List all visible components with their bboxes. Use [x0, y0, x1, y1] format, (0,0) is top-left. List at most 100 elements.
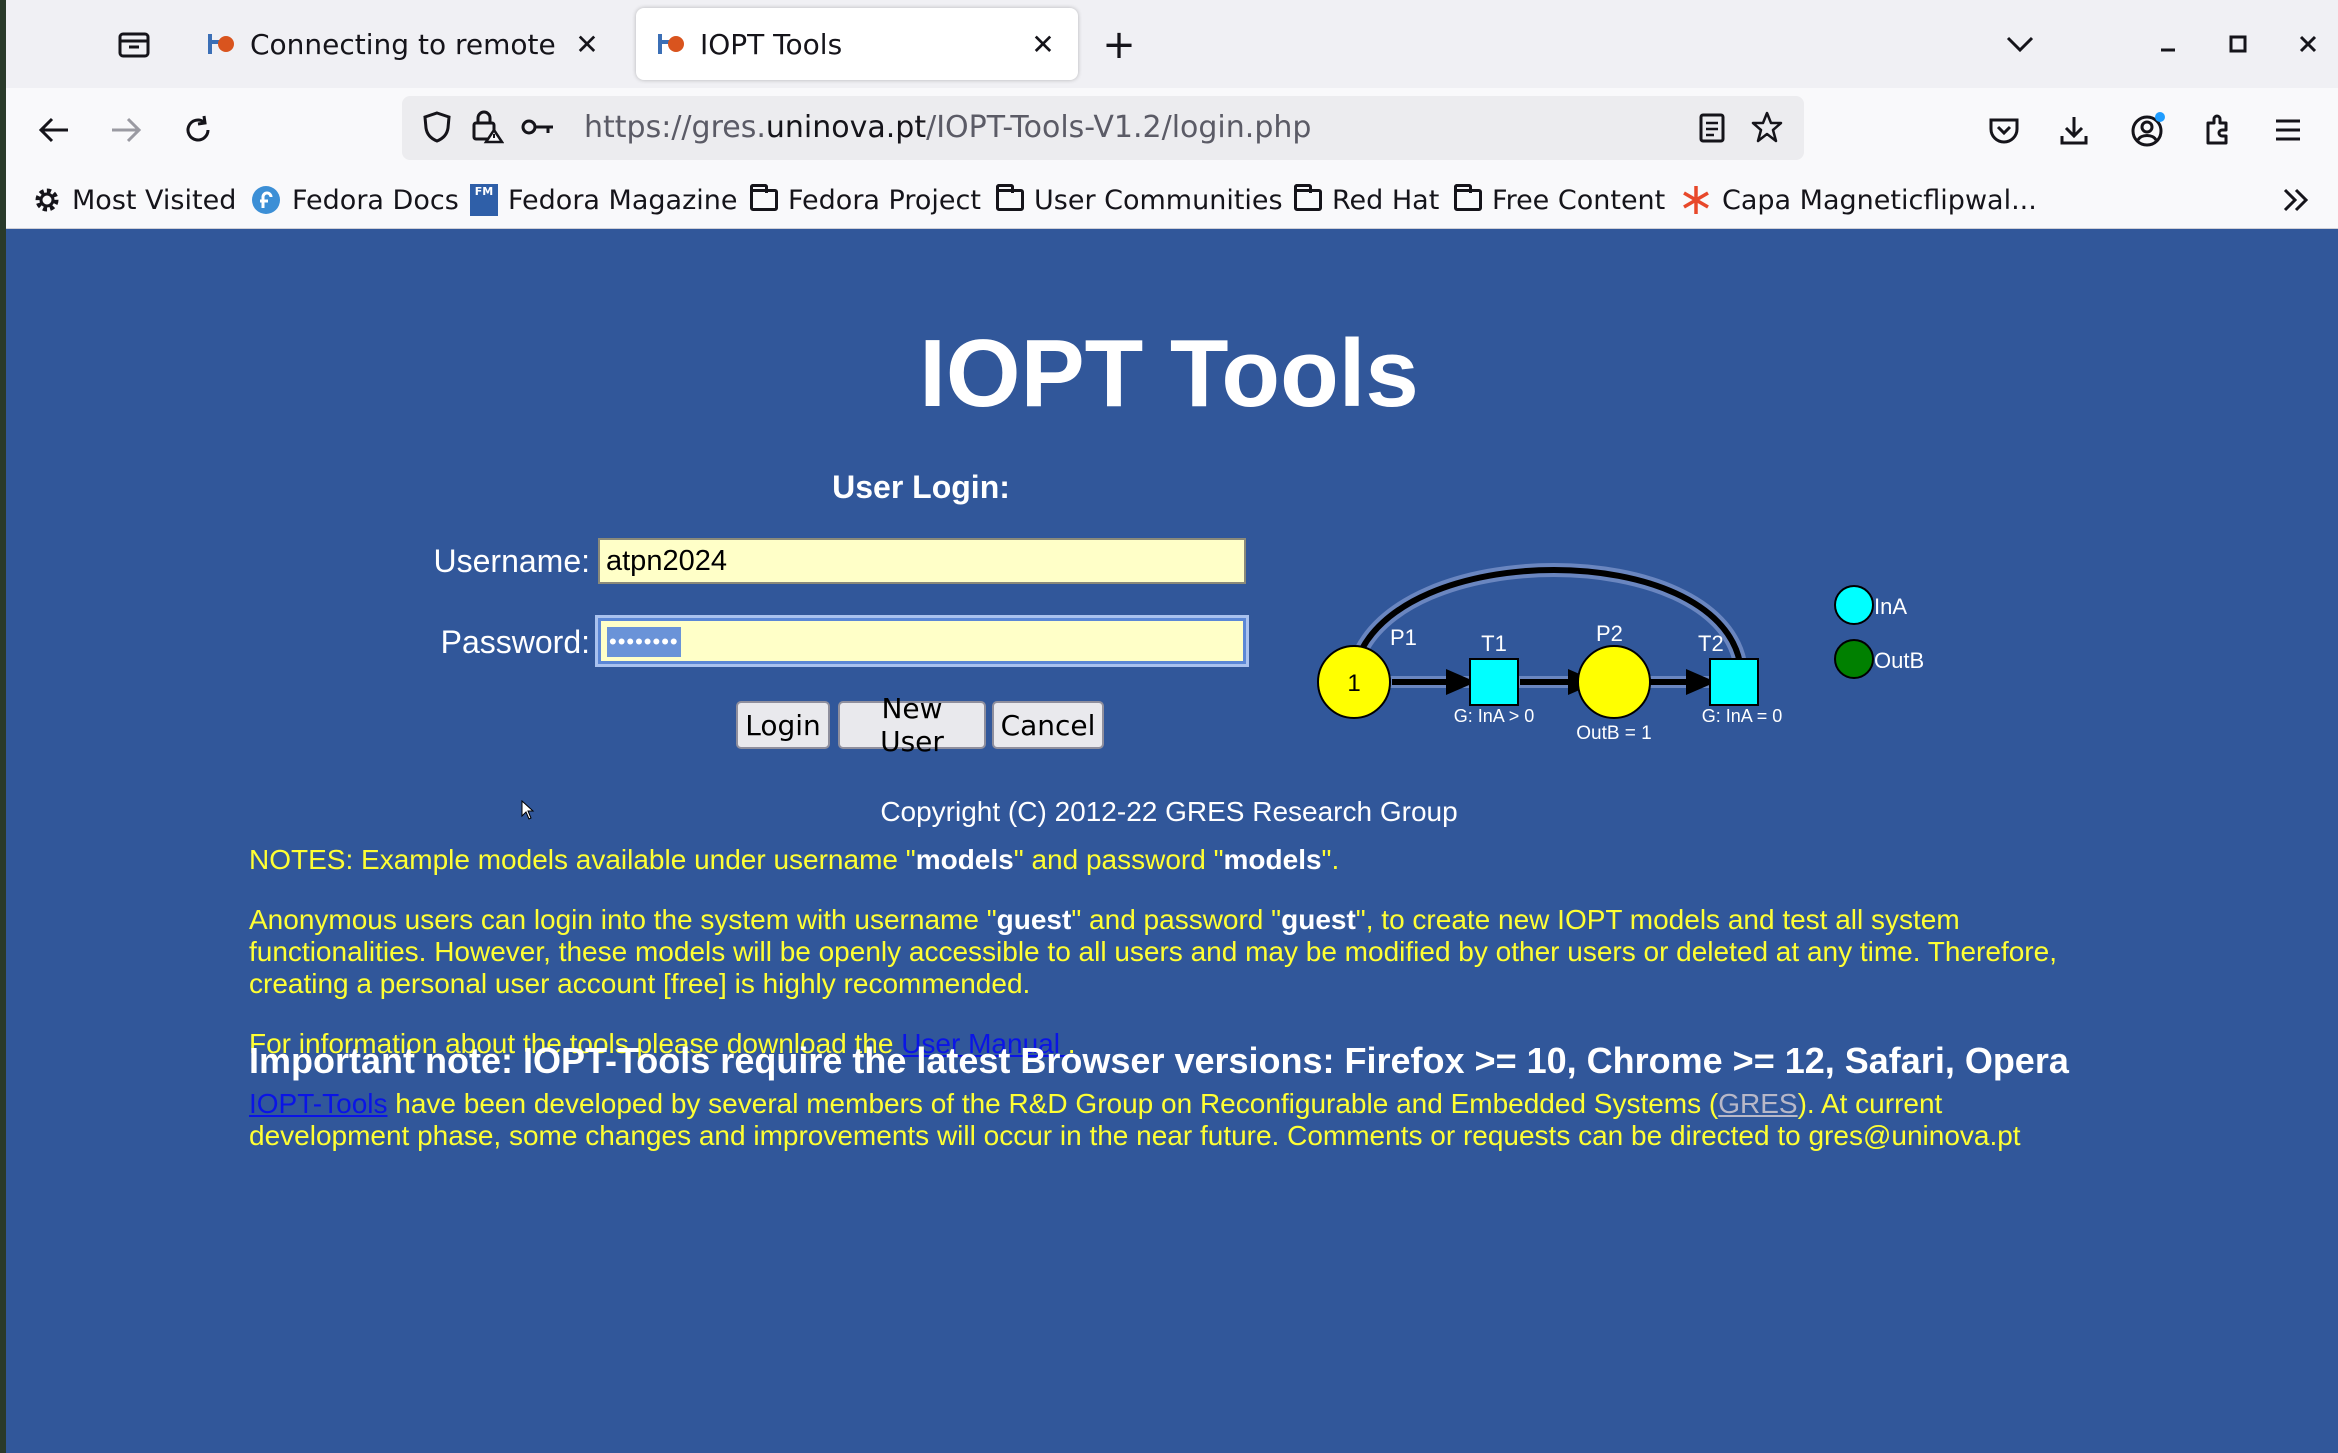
bookmark-star-icon[interactable] [1750, 110, 1784, 148]
tab-close-icon[interactable]: ✕ [1028, 28, 1058, 61]
firefox-view-button[interactable] [106, 24, 162, 66]
tab-bar: Connecting to remote hard ✕ IOPT Tools ✕… [6, 0, 2338, 88]
reload-icon [186, 115, 210, 142]
gres-link[interactable]: GRES [1718, 1088, 1797, 1119]
downloads-button[interactable] [2046, 102, 2102, 158]
forward-button[interactable] [98, 102, 154, 158]
transition-t1 [1469, 658, 1519, 706]
bookmark-capa-magneticflipwal[interactable]: Capa Magneticflipwal... [1680, 180, 2037, 220]
note-text: Anonymous users can login into the syste… [249, 904, 997, 935]
mouse-cursor-icon [521, 800, 535, 820]
bookmark-fedora-magazine[interactable]: FM Fedora Magazine [470, 180, 737, 220]
bookmark-label: Fedora Magazine [508, 184, 738, 216]
page-content: IOPT Tools User Login: Username: Passwor… [6, 229, 2338, 1453]
url-text[interactable]: https://gres.uninova.pt/IOPT-Tools-V1.2/… [584, 110, 1311, 145]
bookmark-most-visited[interactable]: Most Visited [32, 180, 236, 220]
tab-title: IOPT Tools [700, 27, 843, 61]
lock-warning-icon[interactable] [470, 108, 505, 148]
bookmark-label: Red Hat [1332, 184, 1440, 216]
url-path: /IOPT-Tools-V1.2/login.php [926, 110, 1312, 145]
bookmark-fedora-docs[interactable]: Fedora Docs [250, 180, 459, 220]
tab-iopt-tools[interactable]: IOPT Tools ✕ [636, 8, 1078, 80]
bookmark-label: Most Visited [72, 184, 237, 216]
bookmark-free-content[interactable]: Free Content [1454, 180, 1665, 220]
tab-close-icon[interactable]: ✕ [572, 28, 602, 61]
cancel-button[interactable]: Cancel [992, 701, 1104, 749]
copyright-text: Copyright (C) 2012-22 GRES Research Grou… [880, 796, 1458, 827]
close-icon [2299, 35, 2317, 53]
iopt-tools-link[interactable]: IOPT-Tools [249, 1088, 387, 1119]
transition-t2 [1709, 658, 1759, 706]
key-icon[interactable] [520, 116, 556, 142]
fm-icon: FM [470, 184, 498, 216]
bookmark-label: User Communities [1034, 184, 1283, 216]
place-p1-label: P1 [1390, 625, 1417, 650]
new-user-button[interactable]: New User [838, 692, 986, 758]
password-input[interactable]: •••••••• [598, 618, 1246, 664]
transition-t1-label: T1 [1481, 631, 1507, 656]
transition-t1-guard: G: InA > 0 [1454, 706, 1535, 726]
reload-button[interactable] [170, 102, 226, 158]
list-tabs-button[interactable] [1994, 18, 2046, 70]
input-signal-ina [1834, 585, 1874, 625]
bookmark-label: Free Content [1492, 184, 1666, 216]
new-tab-button[interactable]: + [1094, 20, 1144, 70]
url-domain: uninova.pt [765, 110, 927, 145]
forward-arrow-icon [112, 117, 142, 143]
folder-icon [750, 184, 778, 211]
plus-icon: + [1102, 22, 1136, 68]
double-chevron-right-icon [2283, 188, 2309, 212]
note-text: have been developed by several members o… [387, 1088, 1719, 1119]
account-button[interactable] [2120, 102, 2176, 158]
url-prefix: https://gres. [584, 110, 766, 145]
pocket-button[interactable] [1976, 102, 2032, 158]
iopt-favicon-icon [656, 30, 684, 58]
bookmark-red-hat[interactable]: Red Hat [1294, 180, 1439, 220]
place-p1-tokens: 1 [1347, 670, 1360, 697]
folder-icon [1294, 184, 1322, 211]
minimize-icon [2161, 48, 2175, 52]
output-signal-outb-label: OutB [1874, 648, 1924, 673]
note-text: " and password " [1071, 904, 1282, 935]
login-button[interactable]: Login [736, 701, 830, 749]
important-note: Important note: IOPT-Tools require the l… [249, 1040, 2069, 1081]
note-bold: guest [996, 904, 1072, 935]
firefox-view-icon [118, 32, 150, 58]
bookmark-label: Fedora Docs [292, 184, 459, 216]
bookmark-user-communities[interactable]: User Communities [996, 180, 1283, 220]
browser-window: Connecting to remote hard ✕ IOPT Tools ✕… [6, 0, 2338, 1453]
page-title: IOPT Tools [919, 320, 1419, 427]
reader-view-icon[interactable] [1698, 112, 1726, 148]
username-label: Username: [433, 543, 591, 579]
note-text: NOTES: Example models available under us… [249, 844, 916, 875]
iopt-favicon-icon [206, 30, 234, 58]
password-label: Password: [440, 624, 590, 660]
chevron-down-icon [2006, 36, 2034, 53]
note-text: ". [1321, 844, 1340, 875]
puzzle-icon [2206, 114, 2228, 145]
address-bar[interactable]: https://gres.uninova.pt/IOPT-Tools-V1.2/… [402, 96, 1804, 160]
download-icon [2060, 117, 2088, 145]
transition-t2-label: T2 [1698, 631, 1724, 656]
minimize-button[interactable] [2142, 18, 2194, 70]
note-anonymous-users: Anonymous users can login into the syste… [249, 904, 2109, 1000]
bookmark-fedora-project[interactable]: Fedora Project [750, 180, 981, 220]
tab-connecting[interactable]: Connecting to remote hard ✕ [186, 8, 622, 80]
note-bold: guest [1281, 904, 1356, 935]
output-signal-outb [1834, 639, 1874, 679]
menu-button[interactable] [2260, 102, 2316, 158]
bookmarks-toolbar: Most Visited Fedora Docs FM Fedora Magaz… [6, 172, 2338, 229]
close-window-button[interactable] [2282, 18, 2334, 70]
extensions-button[interactable] [2190, 102, 2246, 158]
username-input[interactable] [598, 538, 1246, 584]
back-button[interactable] [26, 102, 82, 158]
note-developers: IOPT-Tools have been developed by severa… [249, 1088, 2109, 1152]
fedora-icon [252, 186, 280, 214]
transition-t2-guard: G: InA = 0 [1702, 706, 1783, 726]
maximize-button[interactable] [2212, 18, 2264, 70]
maximize-icon [2229, 35, 2247, 53]
tracking-protection-icon[interactable] [422, 110, 452, 148]
bookmarks-overflow-button[interactable] [2282, 180, 2310, 220]
gear-icon [35, 188, 59, 212]
place-p2 [1577, 645, 1651, 719]
